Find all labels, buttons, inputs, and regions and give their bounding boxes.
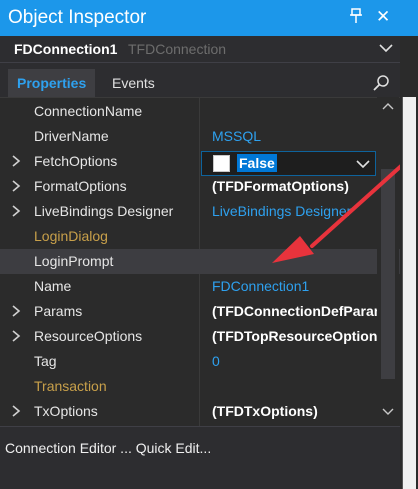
property-name: Tag (34, 353, 57, 369)
right-edge-strip (400, 36, 418, 489)
expand-chevron-icon[interactable] (10, 404, 22, 418)
property-row[interactable]: Transaction (0, 374, 400, 399)
title-bar: Object Inspector ✕ (0, 0, 418, 36)
expand-chevron-icon[interactable] (10, 154, 22, 168)
property-row[interactable]: TxOptions (TFDTxOptions) (0, 399, 400, 424)
property-name: Name (34, 278, 72, 294)
component-type: TFDConnection (128, 41, 227, 57)
component-name: FDConnection1 (14, 41, 118, 57)
property-value[interactable]: 0 (212, 353, 380, 369)
property-row[interactable]: Name FDConnection1 (0, 274, 400, 299)
property-name: DriverName (34, 128, 109, 144)
close-icon[interactable]: ✕ (376, 7, 390, 27)
status-bar: Connection Editor ... Quick Edit... (0, 426, 400, 489)
status-actions[interactable]: Connection Editor ... Quick Edit... (5, 440, 211, 456)
property-name: Params (34, 303, 83, 319)
window-title: Object Inspector (8, 7, 147, 28)
property-row[interactable]: ResourceOptions (TFDTopResourceOptions) (0, 324, 400, 349)
tab-properties[interactable]: Properties (8, 69, 96, 97)
property-name: LiveBindings Designer (34, 203, 174, 219)
property-name: ConnectionName (34, 103, 143, 119)
property-row[interactable]: Params (TFDConnectionDefParams) (0, 299, 400, 324)
search-icon[interactable] (372, 74, 390, 92)
property-value[interactable]: (TFDConnectionDefParams) (212, 303, 380, 319)
property-name: Transaction (34, 378, 107, 394)
property-name: FormatOptions (34, 178, 127, 194)
pin-icon[interactable] (349, 8, 363, 29)
property-name: ResourceOptions (34, 328, 143, 344)
property-value[interactable]: FDConnection1 (212, 278, 380, 294)
annotation-arrow (272, 156, 412, 263)
adjacent-panel (402, 97, 416, 489)
property-name: LoginDialog (34, 228, 108, 244)
inspector-tabs: Properties Events (0, 63, 418, 97)
property-value[interactable]: MSSQL (212, 128, 380, 144)
expand-chevron-icon[interactable] (10, 204, 22, 218)
scroll-up-icon[interactable] (382, 101, 394, 111)
property-row[interactable]: ConnectionName (0, 99, 400, 124)
property-value[interactable]: (TFDTopResourceOptions) (212, 328, 380, 344)
expand-chevron-icon[interactable] (10, 179, 22, 193)
loginprompt-checkbox[interactable] (213, 155, 230, 172)
property-name: TxOptions (34, 403, 98, 419)
component-selector[interactable]: FDConnection1 TFDConnection (0, 36, 418, 63)
property-value[interactable]: (TFDTxOptions) (212, 403, 380, 419)
property-row[interactable]: Tag 0 (0, 349, 400, 374)
tab-events[interactable]: Events (103, 69, 164, 97)
chevron-down-icon[interactable] (378, 40, 394, 56)
expand-chevron-icon[interactable] (10, 329, 22, 343)
scroll-down-icon[interactable] (382, 407, 394, 417)
property-name: LoginPrompt (34, 253, 114, 269)
expand-chevron-icon[interactable] (10, 304, 22, 318)
property-name: FetchOptions (34, 153, 118, 169)
property-row[interactable]: DriverName MSSQL (0, 124, 400, 149)
